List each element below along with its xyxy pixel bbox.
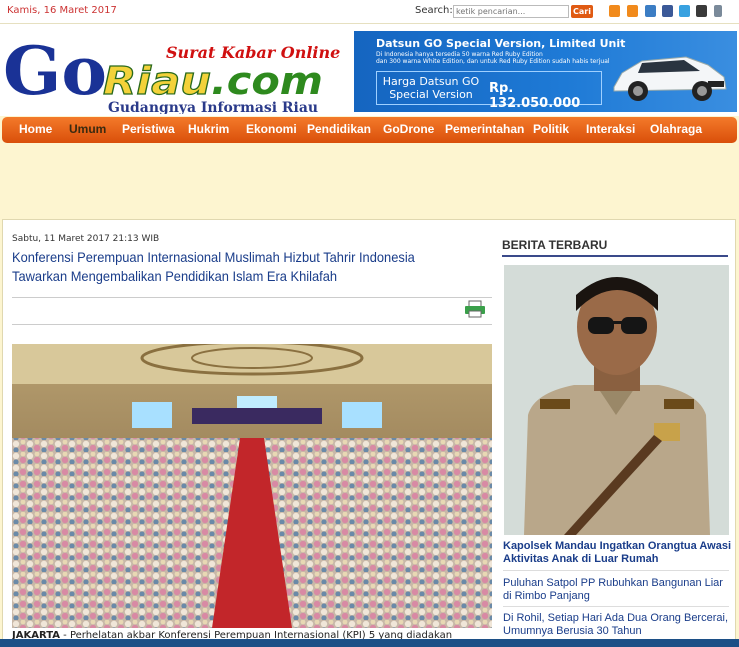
sidebar-news-item[interactable]: Puluhan Satpol PP Rubuhkan Bangunan Liar…	[503, 577, 733, 603]
nav-item-umum[interactable]: Umum	[69, 122, 106, 136]
logo-riau: Riau	[103, 59, 211, 103]
current-date: Kamis, 16 Maret 2017	[7, 5, 117, 16]
print-icon[interactable]	[464, 300, 486, 318]
nav-item-politik[interactable]: Politik	[533, 122, 569, 136]
google-plus-icon[interactable]	[696, 5, 707, 17]
main-nav: Home Umum Peristiwa Hukrim Ekonomi Pendi…	[2, 117, 737, 143]
rss-icon[interactable]	[627, 5, 638, 17]
sidebar-divider	[503, 570, 729, 571]
sidebar-news-item[interactable]: Di Rohil, Setiap Hari Ada Dua Orang Berc…	[503, 612, 733, 638]
nav-item-pendidikan[interactable]: Pendidikan	[307, 122, 371, 136]
search-label: Search:	[415, 5, 453, 16]
ad-harga: Harga Datsun GO Special Version	[381, 75, 481, 101]
rss-icon[interactable]	[645, 5, 656, 17]
rss-icon[interactable]	[609, 5, 620, 17]
sidebar-divider	[503, 606, 729, 607]
ad-subtitle-2: dan 300 warna White Edition, dan untuk R…	[376, 58, 610, 65]
logo-go: Go	[3, 32, 107, 110]
twitter-icon[interactable]	[679, 5, 690, 17]
nav-item-peristiwa[interactable]: Peristiwa	[122, 122, 175, 136]
logo-tagline-bottom: Gudangnya Informasi Riau	[108, 100, 318, 114]
mobile-icon[interactable]	[714, 5, 722, 17]
nav-item-home[interactable]: Home	[19, 122, 52, 136]
nav-item-interaksi[interactable]: Interaksi	[586, 122, 635, 136]
ad-price-box: Harga Datsun GO Special Version Rp. 132.…	[376, 71, 602, 111]
search-button[interactable]: Cari	[571, 5, 593, 18]
ad-title: Datsun GO Special Version, Limited Unit	[376, 37, 626, 50]
site-logo[interactable]: Surat Kabar Online Go Riau .com Gudangny…	[3, 28, 349, 114]
nav-item-godrone[interactable]: GoDrone	[383, 122, 434, 136]
nav-item-hukrim[interactable]: Hukrim	[188, 122, 229, 136]
site-header: Surat Kabar Online Go Riau .com Gudangny…	[0, 24, 739, 116]
logo-com: .com	[211, 59, 323, 103]
ad-harga-line-2: Special Version	[389, 88, 473, 101]
divider	[12, 297, 492, 298]
facebook-icon[interactable]	[662, 5, 673, 17]
car-image	[613, 56, 727, 101]
main-content: Sabtu, 11 Maret 2017 21:13 WIB Konferens…	[2, 219, 736, 647]
article-date: Sabtu, 11 Maret 2017 21:13 WIB	[12, 234, 160, 244]
sidebar-title: BERITA TERBARU	[502, 238, 608, 252]
taskbar	[0, 639, 739, 647]
nav-item-olahraga[interactable]: Olahraga	[650, 122, 702, 136]
ad-subtitle: Di Indonesia hanya tersedia 50 warna Red…	[376, 51, 543, 58]
article-title: Konferensi Perempuan Internasional Musli…	[12, 249, 415, 284]
article-photo[interactable]	[12, 344, 492, 628]
divider	[12, 324, 492, 325]
sidebar-divider	[502, 255, 728, 257]
nav-item-ekonomi[interactable]: Ekonomi	[246, 122, 297, 136]
sidebar-featured-title[interactable]: Kapolsek Mandau Ingatkan Orangtua Awasi …	[503, 540, 733, 566]
search-input[interactable]	[453, 5, 569, 18]
advertisement-banner[interactable]: Datsun GO Special Version, Limited Unit …	[354, 31, 737, 112]
ad-harga-line-1: Harga Datsun GO	[382, 75, 480, 88]
top-bar: Kamis, 16 Maret 2017 Search: Cari	[0, 0, 739, 24]
nav-item-pemerintahan[interactable]: Pemerintahan	[445, 122, 524, 136]
sidebar-featured-photo[interactable]	[504, 265, 729, 535]
ad-price: Rp. 132.050.000	[489, 81, 581, 111]
